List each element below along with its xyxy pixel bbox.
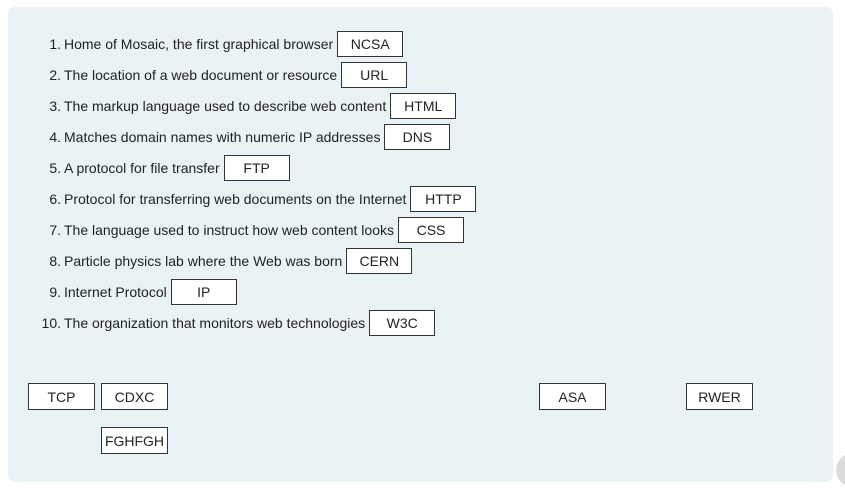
draggable-token-asa[interactable]: ASA [539, 383, 606, 410]
question-text: The language used to instruct how web co… [64, 221, 394, 238]
answer-drop-box-7[interactable]: CSS [397, 216, 464, 243]
draggable-token-cdxc[interactable]: CDXC [101, 383, 168, 410]
question-2: 2. The location of a web document or res… [8, 59, 476, 90]
draggable-token-fghfgh[interactable]: FGHFGH [101, 427, 168, 454]
answer-drop-box-10[interactable]: W3C [369, 309, 436, 336]
question-text: The location of a web document or resour… [64, 66, 338, 83]
question-number: 10. [41, 314, 61, 331]
question-number: 9. [49, 283, 61, 300]
question-number: 1. [49, 35, 61, 52]
question-number: 5. [49, 159, 61, 176]
question-10: 10. The organization that monitors web t… [8, 307, 476, 338]
question-5: 5. A protocol for file transfer FTP [8, 152, 476, 183]
question-number: 2. [49, 66, 61, 83]
question-text: Home of Mosaic, the first graphical brow… [64, 35, 334, 52]
answer-drop-box-6[interactable]: HTTP [410, 185, 477, 212]
question-number: 7. [49, 221, 61, 238]
answer-drop-box-2[interactable]: URL [341, 61, 408, 88]
question-number: 3. [49, 97, 61, 114]
question-list: 1. Home of Mosaic, the first graphical b… [8, 28, 477, 338]
question-7: 7. The language used to instruct how web… [8, 214, 476, 245]
question-1: 1. Home of Mosaic, the first graphical b… [8, 28, 476, 59]
answer-drop-box-3[interactable]: HTML [390, 92, 457, 119]
draggable-token-rwer[interactable]: RWER [686, 383, 753, 410]
matching-exercise-panel: 1. Home of Mosaic, the first graphical b… [8, 7, 833, 482]
question-6: 6. Protocol for transferring web documen… [8, 183, 477, 214]
question-number: 4. [49, 128, 61, 145]
answer-drop-box-9[interactable]: IP [170, 278, 237, 305]
answer-drop-box-5[interactable]: FTP [223, 154, 290, 181]
question-text: A protocol for file transfer [64, 159, 220, 176]
question-4: 4. Matches domain names with numeric IP … [8, 121, 476, 152]
answer-drop-box-4[interactable]: DNS [384, 123, 451, 150]
question-number: 6. [49, 190, 61, 207]
question-3: 3. The markup language used to describe … [8, 90, 476, 121]
question-text: Protocol for transferring web documents … [64, 190, 407, 207]
question-8: 8. Particle physics lab where the Web wa… [8, 245, 476, 276]
draggable-token-tcp[interactable]: TCP [28, 383, 95, 410]
question-9: 9. Internet Protocol IP [8, 276, 476, 307]
question-text: Particle physics lab where the Web was b… [64, 252, 343, 269]
scroll-corner-handle[interactable] [836, 453, 845, 487]
question-text: The markup language used to describe web… [64, 97, 387, 114]
question-number: 8. [49, 252, 61, 269]
answer-drop-box-8[interactable]: CERN [346, 247, 413, 274]
question-text: Internet Protocol [64, 283, 167, 300]
question-text: Matches domain names with numeric IP add… [64, 128, 381, 145]
answer-drop-box-1[interactable]: NCSA [337, 30, 404, 57]
question-text: The organization that monitors web techn… [64, 314, 366, 331]
